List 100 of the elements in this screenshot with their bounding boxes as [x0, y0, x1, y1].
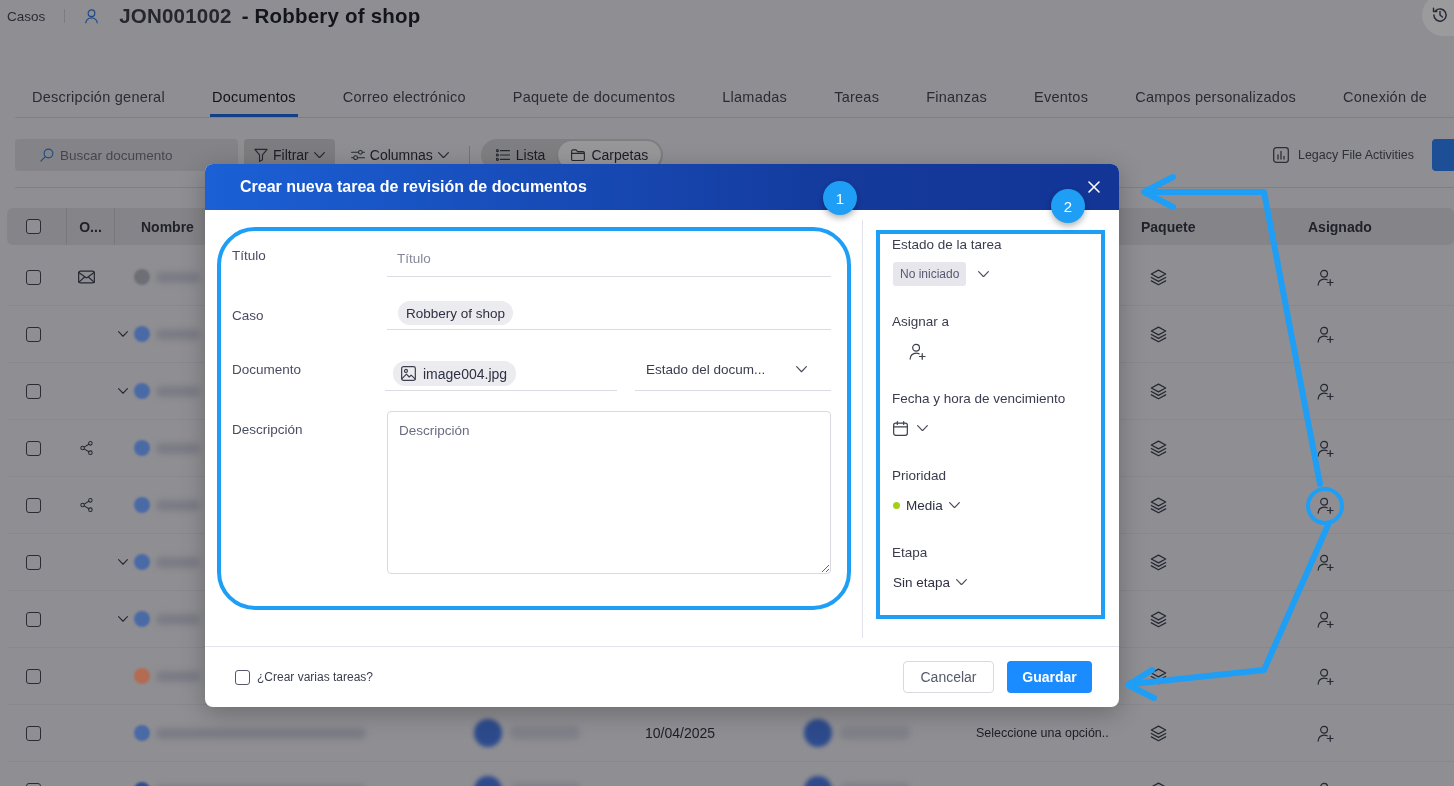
sliders-icon	[350, 148, 365, 162]
field-label: Caso	[232, 307, 265, 325]
tab[interactable]: Tareas	[832, 77, 882, 117]
case-tag: Robbery of shop	[398, 301, 514, 325]
column-header[interactable]: Paquete	[1141, 218, 1196, 235]
cancel-button[interactable]: Cancelar	[903, 661, 994, 693]
bar-chart-icon	[1272, 147, 1289, 163]
close-button[interactable]	[1088, 181, 1100, 193]
row-checkbox[interactable]	[26, 440, 41, 456]
tab[interactable]: Finanzas	[924, 77, 989, 117]
case-field[interactable]: Robbery of shop	[387, 297, 831, 330]
select-all-checkbox[interactable]	[26, 219, 41, 234]
layers-icon[interactable]	[1150, 724, 1167, 742]
blurred-text	[156, 385, 200, 397]
column-header[interactable]: O...	[79, 218, 102, 235]
share-icon	[77, 498, 95, 512]
expand-chevron-icon[interactable]	[118, 388, 128, 394]
blurred-text	[156, 271, 200, 283]
case-title: - Robbery of shop	[241, 4, 421, 28]
chevron-down-icon	[313, 151, 325, 159]
tab[interactable]: Documentos	[209, 77, 298, 117]
layers-icon[interactable]	[1150, 553, 1167, 571]
history-button[interactable]	[1422, 0, 1454, 36]
layers-icon[interactable]	[1150, 382, 1167, 400]
add-person-icon[interactable]	[1317, 268, 1334, 286]
image-icon	[401, 366, 416, 381]
tab[interactable]: Eventos	[1032, 77, 1091, 117]
add-person-icon[interactable]	[1317, 724, 1334, 742]
add-person-icon[interactable]	[909, 342, 926, 360]
tab[interactable]: Correo electrónico	[340, 77, 468, 117]
row-checkbox[interactable]	[26, 725, 41, 741]
blurred-text	[156, 670, 200, 682]
filter-icon	[254, 148, 268, 162]
blurred-avatar	[474, 719, 502, 747]
field-label: Etapa	[892, 545, 929, 561]
field-label: Descripción	[232, 421, 304, 439]
layers-icon[interactable]	[1150, 496, 1167, 514]
highlight-ring	[1306, 487, 1344, 525]
multiple-tasks-checkbox[interactable]	[235, 669, 250, 685]
tab[interactable]: Paquete de documentos	[510, 77, 678, 117]
email-icon	[77, 270, 95, 284]
list-view-button[interactable]: Lista	[482, 141, 559, 169]
document-field[interactable]: image004.jpg	[385, 353, 617, 391]
row-checkbox[interactable]	[26, 554, 41, 570]
layers-icon[interactable]	[1150, 610, 1167, 628]
history-icon	[1431, 6, 1449, 24]
document-status-select[interactable]: Estado del docum...	[635, 353, 831, 391]
chevron-down-icon	[978, 270, 990, 278]
tab[interactable]: Llamadas	[720, 77, 790, 117]
blurred-text	[156, 499, 200, 511]
field-label: Fecha y hora de vencimiento	[892, 391, 1067, 407]
layers-icon[interactable]	[1150, 325, 1167, 343]
breadcrumb-link[interactable]: Casos	[7, 8, 46, 24]
description-field[interactable]: Descripción	[387, 411, 831, 574]
row-checkbox[interactable]	[26, 611, 41, 627]
row-checkbox[interactable]	[26, 383, 41, 399]
add-person-icon[interactable]	[1317, 382, 1334, 400]
add-person-icon[interactable]	[1317, 610, 1334, 628]
row-checkbox[interactable]	[26, 326, 41, 342]
tab[interactable]: Conexión de	[1340, 77, 1430, 117]
status-dropdown[interactable]: No iniciado	[893, 262, 967, 286]
tab[interactable]: Campos personalizados	[1133, 77, 1298, 117]
column-header[interactable]: Asignado	[1308, 218, 1372, 235]
layers-icon[interactable]	[1150, 268, 1167, 286]
close-icon	[1088, 181, 1100, 193]
legacy-activities-button[interactable]: Legacy File Activities	[1272, 147, 1414, 163]
column-header[interactable]: Nombre	[141, 218, 194, 235]
expand-chevron-icon[interactable]	[118, 559, 128, 565]
add-person-icon[interactable]	[1317, 439, 1334, 457]
tab[interactable]: Descripción general	[30, 77, 167, 117]
expand-chevron-icon[interactable]	[118, 616, 128, 622]
share-icon	[77, 441, 95, 455]
blurred-text	[156, 442, 200, 454]
stage-select[interactable]: Sin etapa	[893, 570, 968, 594]
dialog-title: Crear nueva tarea de revisión de documentos	[240, 178, 587, 196]
priority-select[interactable]: Media	[893, 493, 960, 517]
row-checkbox[interactable]	[26, 668, 41, 684]
layers-icon[interactable]	[1150, 439, 1167, 457]
multiple-tasks-label[interactable]: ¿Crear varias tareas?	[257, 670, 374, 684]
add-person-icon[interactable]	[1317, 553, 1334, 571]
search-icon	[40, 148, 54, 162]
expand-chevron-icon[interactable]	[118, 331, 128, 337]
file-name: image004.jpg	[423, 365, 508, 382]
add-person-icon[interactable]	[1317, 667, 1334, 685]
search-field[interactable]: Buscar documento	[15, 139, 238, 171]
option-cell[interactable]: Seleccione una opción..	[976, 726, 1109, 740]
add-person-icon[interactable]	[1317, 496, 1334, 514]
save-button[interactable]: Guardar	[1007, 661, 1092, 693]
blurred-text	[156, 613, 200, 625]
row-checkbox[interactable]	[26, 497, 41, 513]
chevron-down-icon	[948, 501, 960, 509]
field-label: Prioridad	[892, 468, 948, 484]
list-icon	[495, 148, 510, 162]
columns-button[interactable]: Columnas	[340, 139, 459, 171]
add-person-icon[interactable]	[1317, 325, 1334, 343]
person-icon	[85, 8, 99, 24]
field-label: Estado de la tarea	[892, 237, 1003, 253]
folder-icon	[571, 148, 586, 162]
case-id: JON001002	[119, 4, 232, 28]
row-checkbox[interactable]	[26, 269, 41, 285]
